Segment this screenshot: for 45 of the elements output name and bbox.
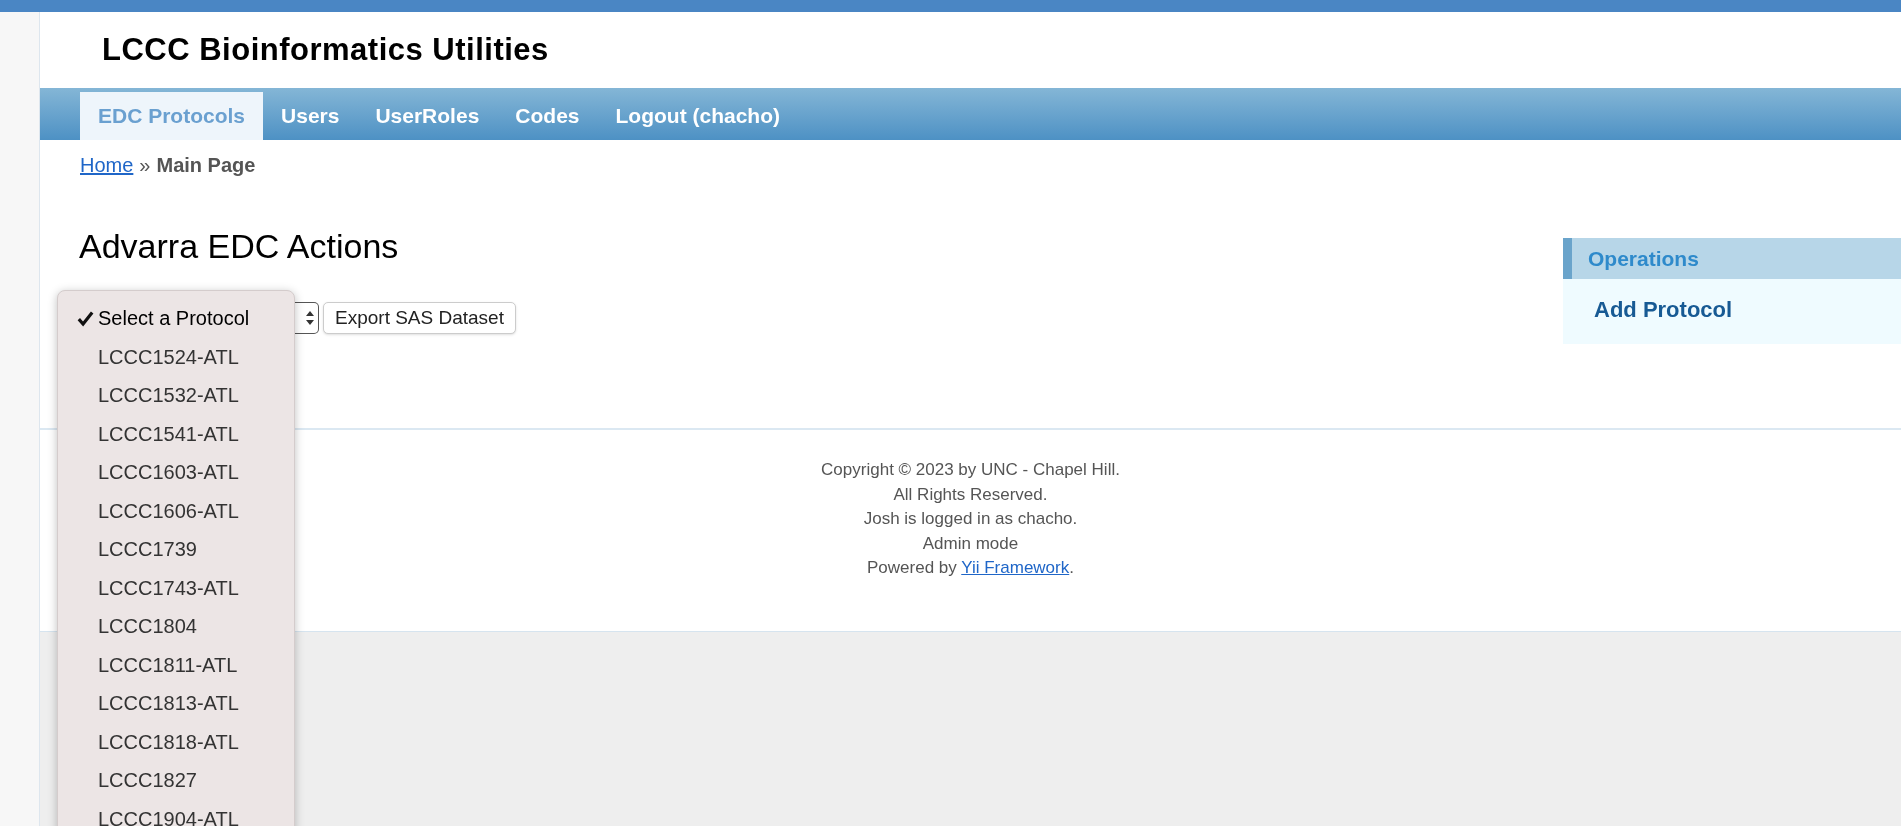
option-label: LCCC1606-ATL xyxy=(98,498,239,524)
breadcrumb-current: Main Page xyxy=(156,153,256,178)
option-label: LCCC1603-ATL xyxy=(98,460,239,486)
footer-text: Admin mode xyxy=(922,532,1019,555)
page-title: Advarra EDC Actions xyxy=(79,226,400,266)
protocol-option[interactable]: LCCC1739 xyxy=(58,530,294,569)
export-sas-button[interactable]: Export SAS Dataset xyxy=(323,302,516,334)
protocol-option[interactable]: Select a Protocol xyxy=(58,299,294,338)
protocol-option[interactable]: LCCC1606-ATL xyxy=(58,491,294,530)
powered-by-text: Powered by Yii Framework. xyxy=(867,557,1074,579)
option-label: LCCC1811-ATL xyxy=(98,652,238,678)
option-label: LCCC1532-ATL xyxy=(98,383,239,409)
operation-link[interactable]: Add Protocol xyxy=(1563,279,1901,326)
home-link[interactable]: Home xyxy=(80,150,134,180)
option-label: LCCC1739 xyxy=(98,537,197,563)
protocol-option[interactable]: LCCC1524-ATL xyxy=(58,337,294,376)
protocol-option[interactable]: LCCC1541-ATL xyxy=(58,414,294,453)
protocol-option[interactable]: LCCC1904-ATL xyxy=(58,799,294,826)
updown-arrows-icon xyxy=(305,310,315,326)
footer-text: Josh is logged in as chacho. xyxy=(863,508,1078,530)
protocol-select[interactable] xyxy=(295,302,319,334)
protocol-option[interactable]: LCCC1603-ATL xyxy=(58,453,294,492)
protocol-option[interactable]: LCCC1813-ATL xyxy=(58,684,294,723)
option-label: LCCC1743-ATL xyxy=(98,575,239,601)
option-label: Select a Protocol xyxy=(98,306,250,332)
option-label: LCCC1524-ATL xyxy=(98,344,239,370)
protocol-option[interactable]: LCCC1811-ATL xyxy=(58,645,294,684)
protocol-option[interactable]: LCCC1532-ATL xyxy=(58,376,294,415)
protocol-option[interactable]: LCCC1818-ATL xyxy=(58,722,294,761)
operations-header: Operations xyxy=(1563,238,1901,279)
site-title: LCCC Bioinformatics Utilities xyxy=(102,30,549,69)
breadcrumb-separator: » xyxy=(139,153,151,178)
protocol-option[interactable]: LCCC1804 xyxy=(58,607,294,646)
option-label: LCCC1804 xyxy=(98,614,197,640)
footer-text: Copyright © 2023 by UNC - Chapel Hill. xyxy=(821,459,1120,481)
check-icon xyxy=(77,309,94,327)
protocol-option[interactable]: LCCC1743-ATL xyxy=(58,568,294,607)
yii-framework-link[interactable]: Yii Framework xyxy=(961,558,1070,577)
protocol-option[interactable]: LCCC1827 xyxy=(58,761,294,800)
footer-text: All Rights Reserved. xyxy=(893,483,1048,506)
option-label: LCCC1541-ATL xyxy=(98,421,239,447)
option-label: LCCC1813-ATL xyxy=(98,691,239,717)
option-label: LCCC1818-ATL xyxy=(98,729,239,755)
option-label: LCCC1904-ATL xyxy=(98,806,239,826)
option-label: LCCC1827 xyxy=(98,768,197,794)
